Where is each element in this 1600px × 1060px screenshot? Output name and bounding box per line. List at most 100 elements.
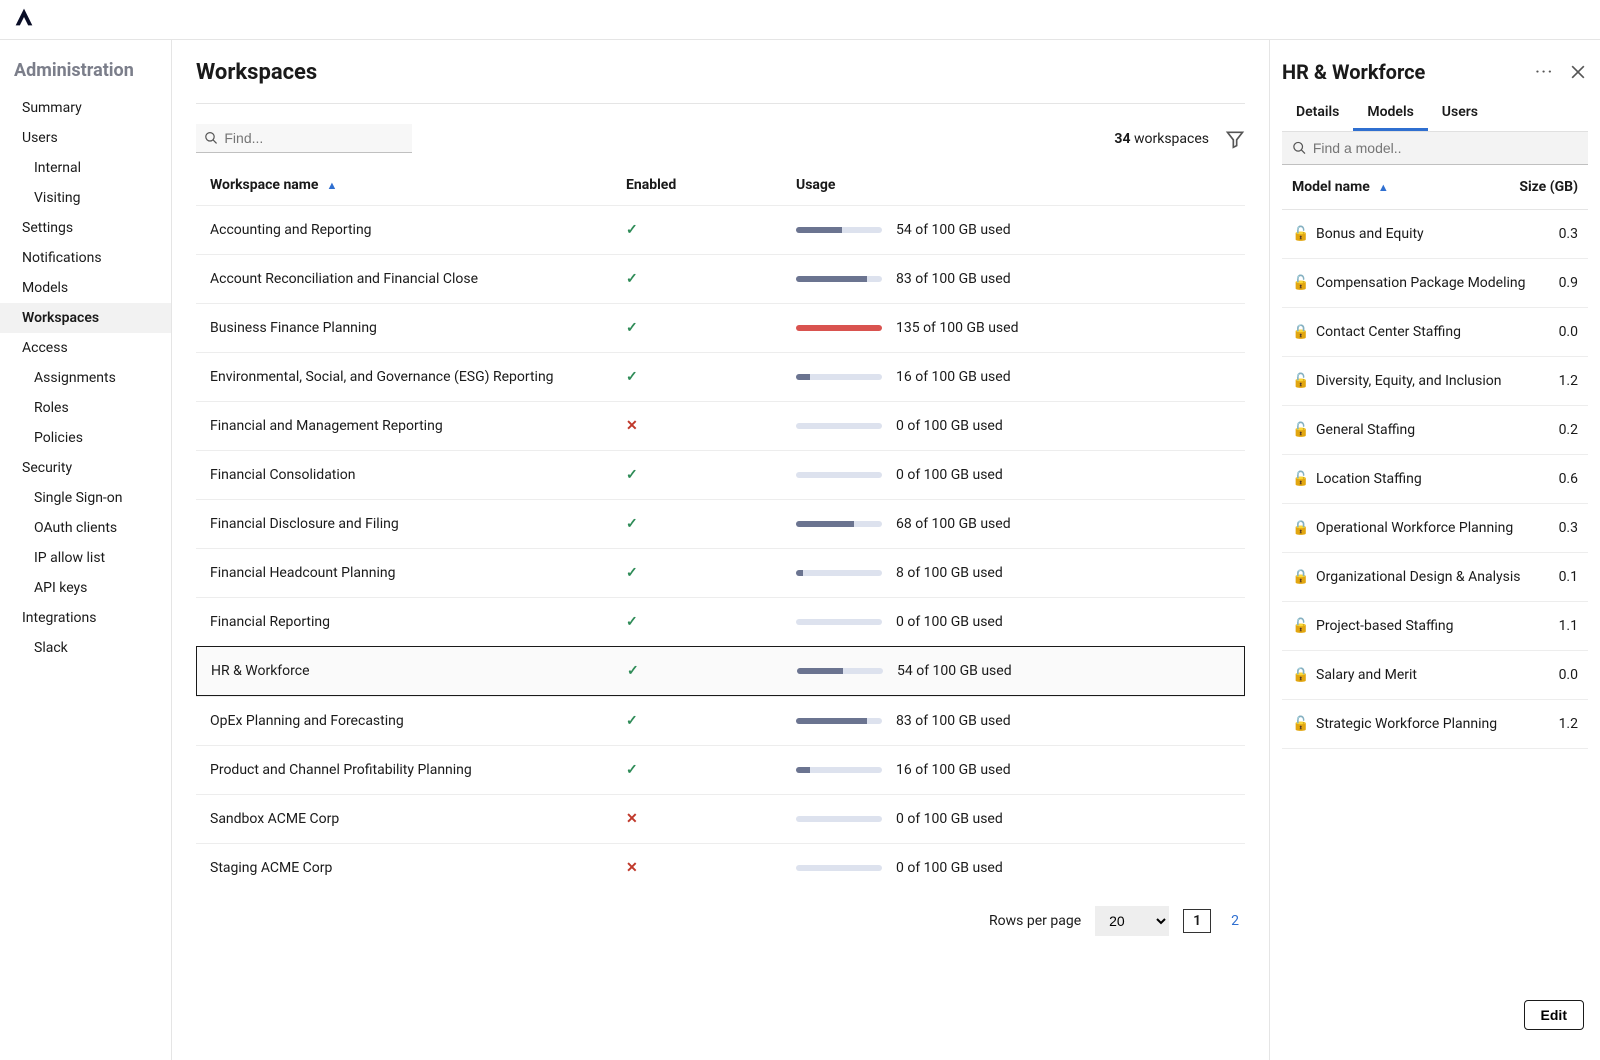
workspace-row[interactable]: Account Reconciliation and Financial Clo… bbox=[196, 254, 1245, 303]
usage-bar bbox=[796, 619, 882, 625]
col-header-usage[interactable]: Usage bbox=[796, 177, 1231, 193]
usage-cell: 8 of 100 GB used bbox=[796, 565, 1231, 581]
tab-models[interactable]: Models bbox=[1353, 96, 1427, 131]
workspace-row[interactable]: Financial Reporting✓0 of 100 GB used bbox=[196, 597, 1245, 646]
usage-bar bbox=[796, 521, 882, 527]
nav-item-integrations[interactable]: Integrations bbox=[0, 603, 171, 633]
nav-item-models[interactable]: Models bbox=[0, 273, 171, 303]
workspace-name: Account Reconciliation and Financial Clo… bbox=[210, 271, 626, 287]
workspace-name: Financial Disclosure and Filing bbox=[210, 516, 626, 532]
nav-item-workspaces[interactable]: Workspaces bbox=[0, 303, 171, 333]
model-search-wrap[interactable] bbox=[1282, 132, 1588, 165]
model-row[interactable]: 🔓Location Staffing0.6 bbox=[1282, 455, 1588, 504]
model-row[interactable]: 🔒Operational Workforce Planning0.3 bbox=[1282, 504, 1588, 553]
nav-item-oauth-clients[interactable]: OAuth clients bbox=[0, 513, 171, 543]
model-size: 0.3 bbox=[1559, 226, 1578, 242]
model-row[interactable]: 🔓Strategic Workforce Planning1.2 bbox=[1282, 700, 1588, 749]
sidebar: Administration SummaryUsersInternalVisit… bbox=[0, 40, 172, 1060]
workspace-name: Environmental, Social, and Governance (E… bbox=[210, 369, 626, 385]
model-search-input[interactable] bbox=[1313, 140, 1578, 156]
search-input[interactable] bbox=[224, 130, 404, 146]
model-size: 0.9 bbox=[1559, 275, 1578, 291]
workspace-row[interactable]: Financial and Management Reporting✕0 of … bbox=[196, 401, 1245, 450]
col-header-size[interactable]: Size (GB) bbox=[1519, 179, 1578, 195]
model-size: 1.1 bbox=[1559, 618, 1578, 634]
workspace-row[interactable]: Sandbox ACME Corp✕0 of 100 GB used bbox=[196, 794, 1245, 843]
nav-item-policies[interactable]: Policies bbox=[0, 423, 171, 453]
model-name-text: General Staffing bbox=[1316, 422, 1415, 438]
usage-cell: 83 of 100 GB used bbox=[796, 271, 1231, 287]
nav-item-visiting[interactable]: Visiting bbox=[0, 183, 171, 213]
workspace-row[interactable]: OpEx Planning and Forecasting✓83 of 100 … bbox=[196, 696, 1245, 745]
workspace-row[interactable]: Staging ACME Corp✕0 of 100 GB used bbox=[196, 843, 1245, 892]
close-icon[interactable] bbox=[1568, 62, 1588, 82]
tab-details[interactable]: Details bbox=[1282, 96, 1353, 131]
model-row[interactable]: 🔒Contact Center Staffing0.0 bbox=[1282, 308, 1588, 357]
page-current[interactable]: 1 bbox=[1183, 909, 1211, 933]
workspace-row[interactable]: Financial Consolidation✓0 of 100 GB used bbox=[196, 450, 1245, 499]
workspace-row[interactable]: Business Finance Planning✓135 of 100 GB … bbox=[196, 303, 1245, 352]
more-icon[interactable]: ··· bbox=[1535, 64, 1554, 80]
search-icon bbox=[204, 130, 218, 146]
nav-item-security[interactable]: Security bbox=[0, 453, 171, 483]
usage-bar bbox=[796, 816, 882, 822]
model-row[interactable]: 🔓General Staffing0.2 bbox=[1282, 406, 1588, 455]
workspace-row[interactable]: Environmental, Social, and Governance (E… bbox=[196, 352, 1245, 401]
model-row[interactable]: 🔒Organizational Design & Analysis0.1 bbox=[1282, 553, 1588, 602]
nav-item-ip-allow-list[interactable]: IP allow list bbox=[0, 543, 171, 573]
filter-icon[interactable] bbox=[1225, 129, 1245, 149]
nav-item-assignments[interactable]: Assignments bbox=[0, 363, 171, 393]
col-header-model-name[interactable]: Model name▲ bbox=[1292, 179, 1389, 195]
model-row[interactable]: 🔓Diversity, Equity, and Inclusion1.2 bbox=[1282, 357, 1588, 406]
usage-bar bbox=[797, 668, 883, 674]
usage-bar bbox=[796, 472, 882, 478]
nav-item-slack[interactable]: Slack bbox=[0, 633, 171, 663]
nav-item-roles[interactable]: Roles bbox=[0, 393, 171, 423]
page-link-2[interactable]: 2 bbox=[1225, 910, 1245, 932]
model-row[interactable]: 🔓Compensation Package Modeling0.9 bbox=[1282, 259, 1588, 308]
col-header-name[interactable]: Workspace name▲ bbox=[210, 177, 626, 193]
table-header: Workspace name▲ Enabled Usage bbox=[196, 161, 1245, 205]
workspace-row[interactable]: HR & Workforce✓54 of 100 GB used bbox=[196, 646, 1245, 696]
usage-text: 83 of 100 GB used bbox=[896, 713, 1011, 729]
usage-cell: 0 of 100 GB used bbox=[796, 614, 1231, 630]
model-name-text: Strategic Workforce Planning bbox=[1316, 716, 1497, 732]
usage-text: 83 of 100 GB used bbox=[896, 271, 1011, 287]
nav-item-access[interactable]: Access bbox=[0, 333, 171, 363]
unlocked-icon: 🔓 bbox=[1292, 471, 1308, 487]
workspace-name: Business Finance Planning bbox=[210, 320, 626, 336]
workspace-name: Financial and Management Reporting bbox=[210, 418, 626, 434]
nav-item-single-sign-on[interactable]: Single Sign-on bbox=[0, 483, 171, 513]
nav-item-internal[interactable]: Internal bbox=[0, 153, 171, 183]
enabled-cell: ✓ bbox=[626, 713, 796, 729]
col-header-enabled[interactable]: Enabled bbox=[626, 177, 796, 193]
edit-button[interactable]: Edit bbox=[1524, 1000, 1584, 1030]
locked-icon: 🔒 bbox=[1292, 667, 1308, 683]
nav-item-users[interactable]: Users bbox=[0, 123, 171, 153]
model-row[interactable]: 🔓Project-based Staffing1.1 bbox=[1282, 602, 1588, 651]
model-row[interactable]: 🔓Bonus and Equity0.3 bbox=[1282, 210, 1588, 259]
enabled-cell: ✓ bbox=[626, 467, 796, 483]
workspace-row[interactable]: Product and Channel Profitability Planni… bbox=[196, 745, 1245, 794]
sort-asc-icon: ▲ bbox=[1378, 181, 1389, 194]
workspace-row[interactable]: Accounting and Reporting✓54 of 100 GB us… bbox=[196, 205, 1245, 254]
model-row[interactable]: 🔒Salary and Merit0.0 bbox=[1282, 651, 1588, 700]
top-bar bbox=[0, 0, 1600, 40]
enabled-cell: ✓ bbox=[626, 565, 796, 581]
search-input-wrap[interactable] bbox=[196, 124, 412, 153]
nav-item-summary[interactable]: Summary bbox=[0, 93, 171, 123]
nav-item-api-keys[interactable]: API keys bbox=[0, 573, 171, 603]
model-size: 0.0 bbox=[1559, 667, 1578, 683]
enabled-cell: ✓ bbox=[626, 614, 796, 630]
usage-cell: 16 of 100 GB used bbox=[796, 369, 1231, 385]
check-icon: ✓ bbox=[626, 369, 638, 385]
rows-per-page-select[interactable]: 20 bbox=[1095, 906, 1169, 936]
workspace-row[interactable]: Financial Disclosure and Filing✓68 of 10… bbox=[196, 499, 1245, 548]
nav-item-settings[interactable]: Settings bbox=[0, 213, 171, 243]
tab-users[interactable]: Users bbox=[1428, 96, 1492, 131]
unlocked-icon: 🔓 bbox=[1292, 373, 1308, 389]
workspace-row[interactable]: Financial Headcount Planning✓8 of 100 GB… bbox=[196, 548, 1245, 597]
usage-text: 0 of 100 GB used bbox=[896, 418, 1003, 434]
nav-item-notifications[interactable]: Notifications bbox=[0, 243, 171, 273]
model-size: 0.1 bbox=[1559, 569, 1578, 585]
